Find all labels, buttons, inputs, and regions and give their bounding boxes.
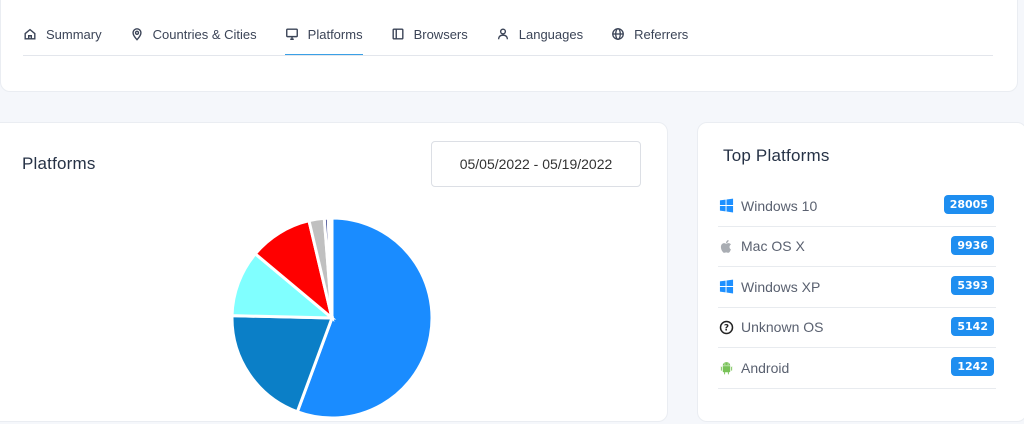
count-badge: 1242 [951,357,994,376]
tabs-divider [23,55,993,56]
windows-icon [718,198,734,214]
unknown-os-icon: ? [718,319,734,335]
windows-icon [718,279,734,295]
count-badge: 5393 [951,276,994,295]
count-badge: 28005 [943,195,994,214]
tab-label: Browsers [413,26,468,42]
stats-tabs: Summary Countries & Cities Platforms Bro… [23,21,716,56]
list-item: ? Unknown OS 5142 [718,308,996,348]
list-item: Windows XP 5393 [718,267,996,308]
tab-label: Countries & Cities [152,26,257,42]
tab-languages[interactable]: Languages [496,21,583,47]
platform-name: Windows 10 [741,197,818,214]
android-icon [718,360,734,376]
date-range-picker[interactable]: 05/05/2022 - 05/19/2022 [431,141,641,187]
home-icon [24,28,36,40]
list-item: Windows 10 28005 [718,186,996,227]
count-badge: 5142 [951,316,994,336]
platform-name: Unknown OS [741,319,824,336]
platform-name: Windows XP [741,278,821,295]
platforms-title: Platforms [22,154,96,173]
platform-name: Mac OS X [741,238,805,255]
user-icon [497,28,508,40]
navigation-card: Summary Countries & Cities Platforms Bro… [0,0,1018,92]
apple-icon [718,238,734,254]
globe-icon [612,28,625,40]
platform-name: Android [741,359,790,376]
tab-label: Platforms [307,26,363,42]
tab-platforms[interactable]: Platforms [284,21,363,56]
browser-window-icon [392,28,404,40]
tab-countries-cities[interactable]: Countries & Cities [130,21,257,47]
top-platforms-list: Windows 10 28005 Mac OS X 9936 Windows X… [718,186,996,389]
pie-slice-other-3[interactable] [328,216,334,319]
list-item: Android 1242 [718,348,996,389]
platforms-pie-chart [230,216,434,420]
tab-label: Summary [46,26,102,42]
tab-label: Languages [518,26,584,42]
top-platforms-title: Top Platforms [723,146,830,165]
svg-text:?: ? [723,323,728,333]
tab-label: Referrers [634,26,689,42]
count-badge: 9936 [951,235,994,255]
tab-browsers[interactable]: Browsers [391,21,468,47]
monitor-icon [285,28,298,40]
location-pin-icon [131,28,142,41]
tab-summary[interactable]: Summary [23,21,102,47]
list-item: Mac OS X 9936 [718,227,996,267]
tab-referrers[interactable]: Referrers [611,21,688,47]
